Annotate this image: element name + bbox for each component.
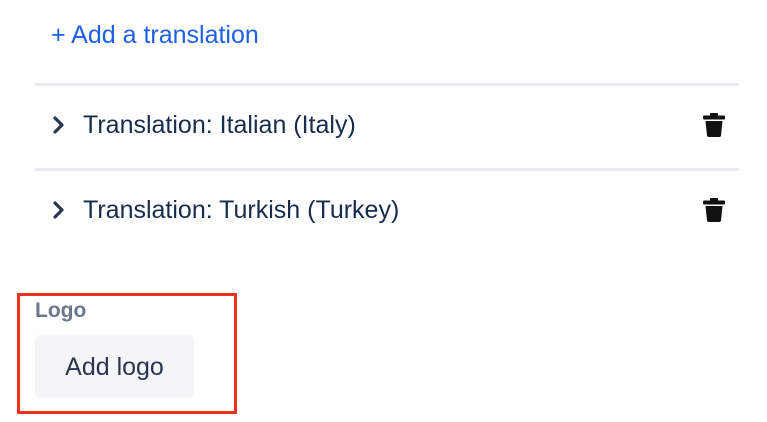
translation-row-turkish[interactable]: Translation: Turkish (Turkey) [35, 168, 739, 251]
chevron-right-icon[interactable] [52, 201, 66, 219]
translation-label: Translation: Italian (Italy) [83, 111, 356, 139]
translation-label: Translation: Turkish (Turkey) [83, 196, 400, 224]
trash-icon[interactable] [703, 113, 725, 137]
add-logo-button[interactable]: Add logo [35, 335, 194, 398]
trash-icon[interactable] [703, 198, 725, 222]
chevron-right-icon[interactable] [52, 116, 66, 134]
add-translation-link[interactable]: + Add a translation [51, 18, 259, 52]
translation-list: Translation: Italian (Italy) Translation… [35, 83, 739, 251]
translation-settings-panel: + Add a translation Translation: Italian… [0, 0, 767, 422]
translation-row-italian[interactable]: Translation: Italian (Italy) [35, 83, 739, 166]
logo-section-label: Logo [35, 299, 87, 322]
